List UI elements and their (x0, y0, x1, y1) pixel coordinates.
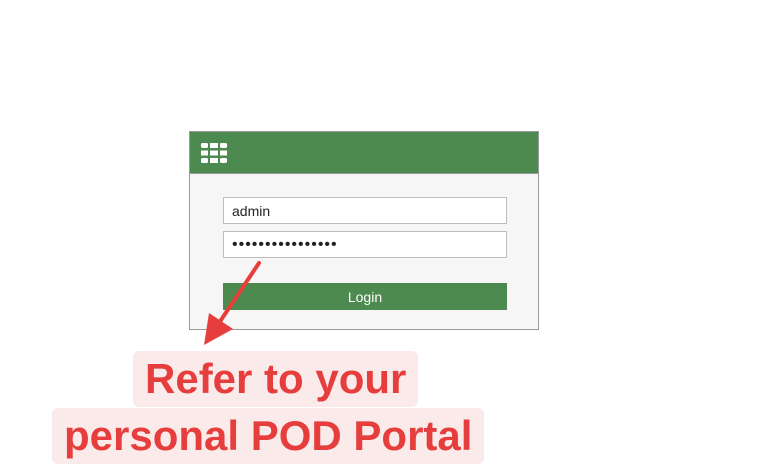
callout-text-line-2: personal POD Portal (52, 408, 485, 464)
callout-text-line-1: Refer to your (133, 351, 419, 407)
fortinet-logo-icon (201, 143, 227, 163)
login-header (190, 132, 538, 174)
page: Login Refer to your personal POD Portal (0, 0, 782, 469)
username-input[interactable] (223, 197, 507, 224)
red-arrow-icon (204, 261, 261, 345)
password-input[interactable] (223, 231, 507, 258)
